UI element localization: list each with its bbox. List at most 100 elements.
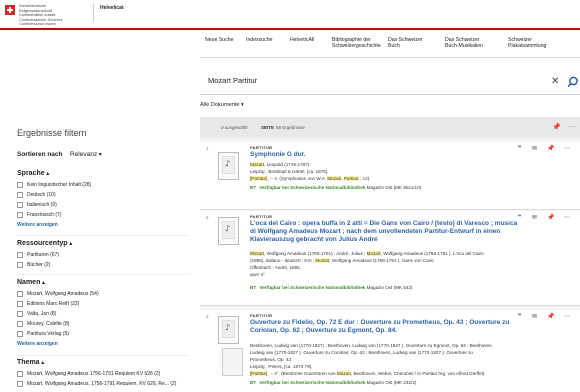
result-number: 2 [206, 215, 209, 220]
text-segment: , Wolfgang Amadeus (1756-1791) ; André, … [264, 251, 367, 256]
facet-item[interactable]: Mourey, Colette (8) [17, 320, 187, 330]
result-title[interactable]: Symphonie G dur. [250, 151, 520, 159]
result-thumbnail[interactable]: ♪ [218, 316, 239, 344]
text-segment: , Leopold (1719-1787) [264, 162, 310, 167]
checkbox[interactable] [17, 290, 23, 297]
nav-item-schweizer-buch[interactable]: Das Schweizer Buch [388, 37, 428, 49]
checkbox[interactable] [17, 330, 23, 337]
pin-icon[interactable]: 📌 [547, 146, 554, 152]
pin-icon[interactable]: 📌 [552, 123, 561, 131]
nav-item-indexsuche[interactable]: Indexsuche [246, 37, 280, 43]
facet-title[interactable]: Ressourcentyp [17, 240, 187, 247]
show-more-link[interactable]: Weitere anzeigen [17, 222, 187, 228]
result-detail-line: Ludwig van (1770-1827 ). Ouverture zu Co… [250, 350, 550, 356]
facet-item[interactable]: Valta, Jan (8) [17, 310, 187, 320]
result-card: 1 ♪ PARTITUR Symphonie G dur. Mozart, Le… [200, 142, 580, 210]
checkbox[interactable] [17, 370, 23, 377]
nav-item-helveticall[interactable]: HelveticAll [290, 37, 326, 43]
facet-item[interactable]: Mozart, Wolfgang Amadeus, 1756-1791 Requ… [17, 380, 187, 390]
highlighted-term: Mozart [336, 371, 351, 376]
availability-library[interactable]: Schweizerische Nationalbibliothek [290, 285, 365, 290]
text-segment: Leipzig : Breitkopf & Härtel, [ca. 1875]… [250, 169, 329, 174]
facet-item[interactable]: Italienisch (9) [17, 201, 187, 211]
result-detail-line: Offenbach : André, 1855. [250, 265, 550, 271]
pin-icon[interactable]: 📌 [547, 314, 554, 320]
checkbox[interactable] [17, 201, 23, 208]
more-icon[interactable]: ⋯ [564, 215, 570, 221]
pin-icon[interactable]: 📌 [547, 215, 554, 221]
nav-item-plakatsammlung[interactable]: Schweizer Plakatsammlung [508, 37, 550, 49]
facet-item[interactable]: Französisch (7) [17, 211, 187, 221]
checkbox[interactable] [17, 211, 23, 218]
result-thumbnail[interactable]: ♪ [218, 152, 239, 180]
facet-item[interactable]: Bücher (2) [17, 261, 187, 271]
divider [17, 274, 189, 275]
swiss-flag-logo[interactable] [5, 5, 15, 15]
document-type-dropdown[interactable]: Alle Dokumente [200, 102, 244, 108]
result-thumbnail[interactable]: ♪ [218, 217, 239, 245]
checkbox[interactable] [17, 300, 23, 307]
brand-name[interactable]: Helveticat [100, 5, 124, 11]
nav-item-bibliographie[interactable]: Bibliographie der Schweizergeschichte [332, 37, 390, 49]
more-icon[interactable]: ⋯ [568, 123, 575, 131]
search-input[interactable] [208, 76, 538, 85]
availability: BT Verfügbar bei Schweizerische National… [250, 380, 416, 385]
music-note-icon: ♪ [225, 323, 231, 332]
result-detail-line: [Partitur]. -- 4°. (Berühmte Ouvertüren … [250, 371, 550, 377]
email-icon[interactable]: ✉ [532, 146, 537, 152]
quote-icon[interactable]: ❞ [518, 146, 521, 152]
availability: BT Verfügbar bei Schweizerische National… [250, 185, 421, 190]
result-title[interactable]: L'oca del Cairo : opera buffa in 2 atti … [250, 220, 520, 244]
checkbox[interactable] [17, 251, 23, 258]
facet-item[interactable]: Mozart, Wolfgang Amadeus 1756-1791 Requi… [17, 370, 187, 380]
facet-item[interactable]: Mozart, Wolfgang Amadeus (54) [17, 290, 187, 300]
result-thumbnail-secondary [222, 348, 243, 376]
email-icon[interactable]: ✉ [532, 215, 537, 221]
availability-location: Magazin Ost (MK 542) [366, 285, 413, 290]
checkbox[interactable] [17, 380, 23, 387]
facet-title[interactable]: Sprache [17, 170, 187, 177]
sort-dropdown[interactable]: Relevanz [70, 151, 102, 158]
checkbox[interactable] [17, 310, 23, 317]
availability-library[interactable]: Schweizerische Nationalbibliothek [290, 380, 365, 385]
quote-icon[interactable]: ❞ [518, 215, 521, 221]
availability-prefix[interactable]: Verfügbar bei [259, 185, 288, 190]
checkbox[interactable] [17, 261, 23, 268]
nav-item-buch-musikalien[interactable]: Das Schweizer Buch-Musikalien [445, 37, 489, 49]
facet-item-label: Bücher (2) [27, 262, 51, 268]
highlighted-term: Mozart [327, 176, 342, 181]
availability-library[interactable]: Schweizerische Nationalbibliothek [290, 185, 365, 190]
facet-namen: Namen Mozart, Wolfgang Amadeus (54) Edit… [17, 279, 187, 347]
result-title[interactable]: Ouverture zu Fidelio, Op. 72 E dur : Ouv… [250, 319, 520, 335]
facet-item[interactable]: Editions Marc Reift (23) [17, 300, 187, 310]
quote-icon[interactable]: ❞ [518, 314, 521, 320]
facet-item-label: Partituren (67) [27, 252, 59, 258]
facet-item[interactable]: Partitura Verlag (5) [17, 330, 187, 340]
facet-item[interactable]: Kein linguistischer Inhalt (28) [17, 181, 187, 191]
more-icon[interactable]: ⋯ [564, 146, 570, 152]
result-detail-line: Prometheus, Op. 43 [250, 357, 550, 363]
highlighted-term: Partitur [343, 176, 359, 181]
page-label[interactable]: SEITE [261, 125, 274, 130]
show-more-link[interactable]: Weitere anzeigen [17, 341, 187, 347]
close-icon[interactable]: ✕ [551, 77, 559, 87]
facet-title[interactable]: Thema [17, 359, 187, 366]
main-navigation: Neue Suche Indexsuche HelveticAll Biblio… [200, 32, 580, 58]
facet-item[interactable]: Partituren (67) [17, 251, 187, 261]
search-icon[interactable] [567, 76, 579, 88]
nav-item-neue-suche[interactable]: Neue Suche [205, 37, 239, 43]
result-detail-line: Leipzig : Breitkopf & Härtel, [ca. 1875]… [250, 169, 550, 175]
facet-title[interactable]: Namen [17, 279, 187, 286]
result-type: PARTITUR [250, 313, 273, 318]
text-segment: , Wolfgang Amadeus (1756-1791 ). L'oca d… [380, 251, 484, 256]
email-icon[interactable]: ✉ [532, 314, 537, 320]
more-icon[interactable]: ⋯ [564, 314, 570, 320]
availability-prefix[interactable]: Verfügbar bei [259, 380, 288, 385]
checkbox[interactable] [17, 191, 23, 198]
facet-item-label: Mozart, Wolfgang Amadeus 1756-1791 Requi… [27, 371, 161, 377]
result-type: PARTITUR [250, 214, 273, 219]
availability-prefix[interactable]: Verfügbar bei [259, 285, 288, 290]
checkbox[interactable] [17, 181, 23, 188]
checkbox[interactable] [17, 320, 23, 327]
facet-item[interactable]: Deutsch (10) [17, 191, 187, 201]
